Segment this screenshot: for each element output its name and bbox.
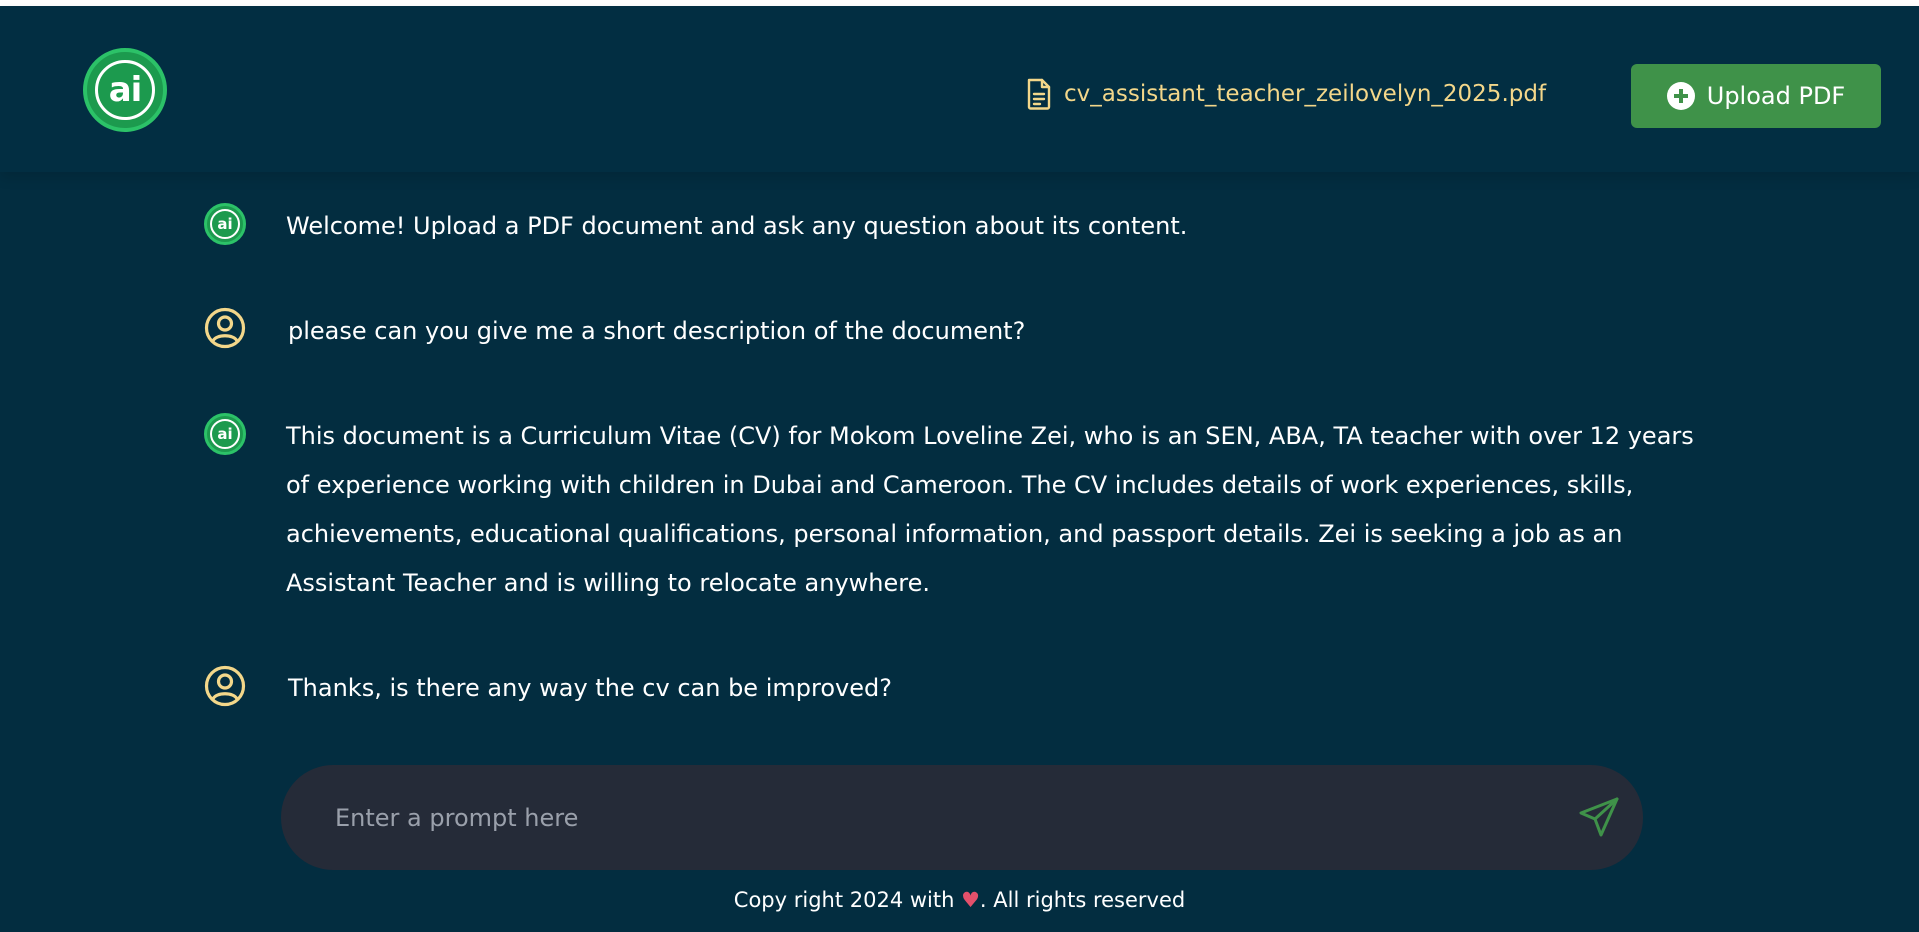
- app-logo[interactable]: ai: [83, 48, 167, 132]
- logo-text: ai: [95, 60, 155, 120]
- ai-avatar-text: ai: [210, 419, 240, 449]
- send-icon[interactable]: [1577, 795, 1621, 839]
- user-avatar-icon: [204, 307, 246, 349]
- ai-avatar: ai: [204, 413, 246, 455]
- file-name: cv_assistant_teacher_zeilovelyn_2025.pdf: [1064, 81, 1547, 107]
- message-text: Thanks, is there any way the cv can be i…: [288, 674, 892, 702]
- footer-text-end: . All rights reserved: [979, 888, 1186, 912]
- message-text: This document is a Curriculum Vitae (CV)…: [286, 422, 1694, 597]
- upload-pdf-label: Upload PDF: [1706, 82, 1846, 110]
- file-icon: [1027, 78, 1051, 110]
- footer: Copy right 2024 with ♥. All rights reser…: [0, 888, 1919, 912]
- prompt-bar: [281, 765, 1643, 870]
- prompt-input[interactable]: [335, 765, 1515, 870]
- message-text: please can you give me a short descripti…: [288, 317, 1026, 345]
- heart-icon: ♥: [961, 888, 980, 912]
- ai-avatar-text: ai: [210, 209, 240, 239]
- message-text: Welcome! Upload a PDF document and ask a…: [286, 212, 1188, 240]
- footer-text-start: Copy right 2024 with: [733, 888, 962, 912]
- user-avatar-icon: [204, 665, 246, 707]
- ai-avatar: ai: [204, 203, 246, 245]
- current-file-indicator: cv_assistant_teacher_zeilovelyn_2025.pdf: [1026, 78, 1546, 110]
- upload-pdf-button[interactable]: Upload PDF: [1631, 64, 1881, 128]
- plus-circle-icon: [1666, 82, 1695, 110]
- app-header: ai cv_assistant_teacher_zeilovelyn_2025.…: [0, 6, 1919, 172]
